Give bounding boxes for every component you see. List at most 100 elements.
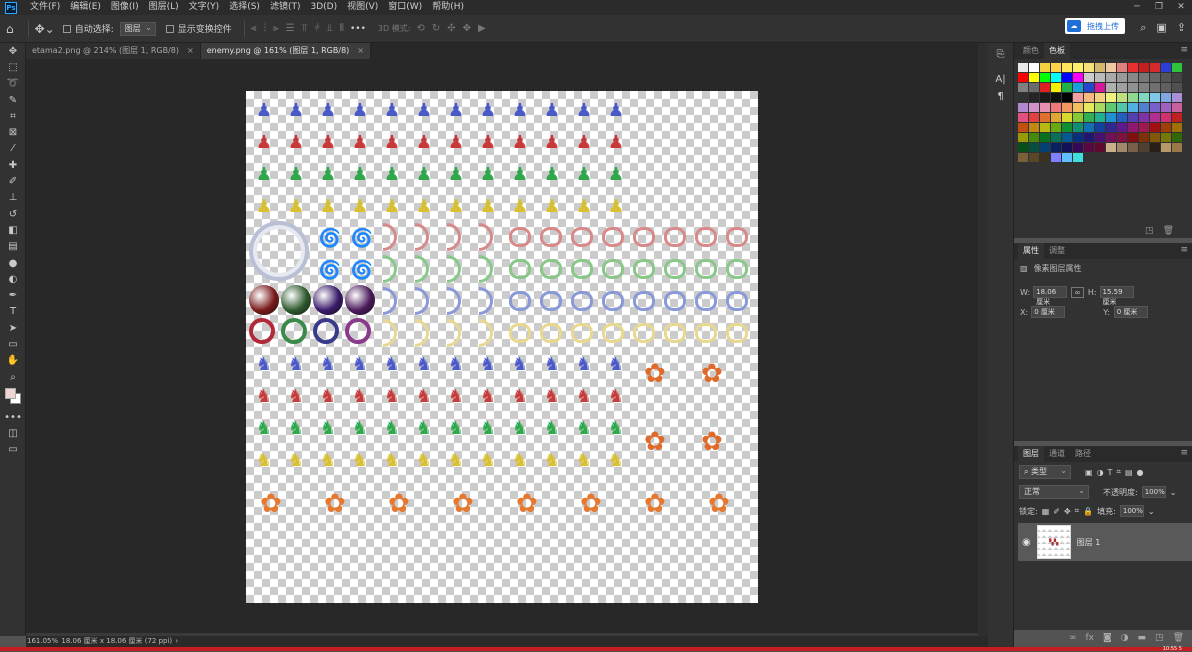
close-button[interactable]: ✕ — [1170, 0, 1192, 15]
swatch[interactable] — [1051, 153, 1061, 162]
menu-image[interactable]: 图像(I) — [106, 0, 144, 15]
swatch[interactable] — [1029, 123, 1039, 132]
swatch[interactable] — [1139, 133, 1149, 142]
quick-select-icon[interactable]: ✎ — [0, 92, 26, 108]
swatch[interactable] — [1172, 93, 1182, 102]
swatch[interactable] — [1040, 83, 1050, 92]
swatch[interactable] — [1139, 83, 1149, 92]
swatch[interactable] — [1018, 123, 1028, 132]
link-icon[interactable]: ∞ — [1071, 286, 1084, 298]
move-tool-icon[interactable]: ✥ — [0, 43, 26, 59]
swatch[interactable] — [1161, 143, 1171, 152]
filter-shape-icon[interactable]: ⌗ — [1116, 467, 1121, 477]
swatch[interactable] — [1150, 133, 1160, 142]
swatch[interactable] — [1161, 63, 1171, 72]
color-swatches[interactable] — [0, 385, 26, 409]
swatch[interactable] — [1040, 113, 1050, 122]
fill-field[interactable]: 100% — [1119, 505, 1144, 517]
swatch[interactable] — [1150, 93, 1160, 102]
shape-tool-icon[interactable]: ▭ — [0, 336, 26, 352]
menu-window[interactable]: 窗口(W) — [383, 0, 427, 15]
paragraph-icon[interactable]: ¶ — [988, 91, 1013, 102]
history-icon[interactable]: ⎘ — [988, 49, 1013, 60]
swatch[interactable] — [1051, 113, 1061, 122]
filter-type-icon[interactable]: T — [1108, 468, 1113, 477]
menu-filter[interactable]: 滤镜(T) — [265, 0, 306, 15]
swatch[interactable] — [1029, 113, 1039, 122]
swatch[interactable] — [1161, 133, 1171, 142]
swatch[interactable] — [1084, 113, 1094, 122]
swatch[interactable] — [1051, 123, 1061, 132]
menu-layer[interactable]: 图层(L) — [144, 0, 184, 15]
eye-icon[interactable]: ◉ — [1022, 537, 1031, 548]
swatch[interactable] — [1018, 143, 1028, 152]
swatch[interactable] — [1018, 103, 1028, 112]
swatch[interactable] — [1062, 73, 1072, 82]
3d-scale-icon[interactable]: ▶ — [478, 23, 486, 34]
swatch[interactable] — [1139, 73, 1149, 82]
swatch[interactable] — [1084, 103, 1094, 112]
swatch[interactable] — [1161, 123, 1171, 132]
swatch[interactable] — [1117, 83, 1127, 92]
swatch[interactable] — [1172, 63, 1182, 72]
swatch[interactable] — [1150, 103, 1160, 112]
menu-3d[interactable]: 3D(D) — [305, 0, 342, 15]
quick-mask-icon[interactable]: ◫ — [0, 426, 26, 442]
swatch[interactable] — [1172, 133, 1182, 142]
swatch[interactable] — [1150, 123, 1160, 132]
swatch[interactable] — [1117, 73, 1127, 82]
search-icon[interactable]: ⌕ — [1140, 21, 1146, 35]
type-tool-icon[interactable]: T — [0, 304, 26, 320]
move-tool-preset-icon[interactable]: ✥⌄ — [35, 22, 55, 36]
swatch[interactable] — [1106, 83, 1116, 92]
swatch[interactable] — [1051, 143, 1061, 152]
y-field[interactable]: 0 厘米 — [1113, 306, 1148, 318]
swatch[interactable] — [1018, 153, 1028, 162]
swatch[interactable] — [1128, 133, 1138, 142]
filter-smart-icon[interactable]: ▤ — [1125, 468, 1133, 477]
swatch[interactable] — [1084, 63, 1094, 72]
gradient-tool-icon[interactable]: ▤ — [0, 239, 26, 255]
history-brush-icon[interactable]: ↺ — [0, 206, 26, 222]
canvas-area[interactable]: ♟ ♟ ♟ ♟ ♟ ♟ ♟ ♟ ♟ ♟ ♟ ♟ ♟ ♟ ♟ ♟ ♟ ♟ ♟ ♟ ♟ ♟ ♟ ♟ ♟ ♟ ♟ ♟ ♟ ♟ ♟ ♟ ♟ ♟ ♟ ♟ ♟ ♟ ♟ ♟… — [26, 59, 978, 636]
lock-all-icon[interactable]: 🔒 — [1083, 507, 1093, 516]
new-layer-icon[interactable]: ◳ — [1155, 633, 1164, 643]
swatch[interactable] — [1128, 63, 1138, 72]
swatch[interactable] — [1062, 153, 1072, 162]
trash-icon[interactable]: 🗑 — [1173, 633, 1184, 643]
swatch[interactable] — [1106, 143, 1116, 152]
swatch[interactable] — [1161, 73, 1171, 82]
swatch[interactable] — [1128, 83, 1138, 92]
swatch[interactable] — [1139, 113, 1149, 122]
swatch[interactable] — [1040, 93, 1050, 102]
swatch[interactable] — [1051, 93, 1061, 102]
align-center-icon[interactable]: ⫶ — [263, 23, 266, 34]
swatch[interactable] — [1073, 153, 1083, 162]
swatch[interactable] — [1150, 143, 1160, 152]
share-icon[interactable]: ⇪ — [1177, 21, 1186, 35]
document-canvas[interactable]: ♟ ♟ ♟ ♟ ♟ ♟ ♟ ♟ ♟ ♟ ♟ ♟ ♟ ♟ ♟ ♟ ♟ ♟ ♟ ♟ ♟ ♟ ♟ ♟ ♟ ♟ ♟ ♟ ♟ ♟ ♟ ♟ ♟ ♟ ♟ ♟ ♟ ♟ ♟ ♟… — [246, 91, 758, 603]
more-options-button[interactable]: ••• — [350, 24, 366, 34]
swatch[interactable] — [1051, 103, 1061, 112]
swatch[interactable] — [1095, 103, 1105, 112]
swatch[interactable] — [1073, 63, 1083, 72]
swatch[interactable] — [1106, 123, 1116, 132]
swatch[interactable] — [1117, 123, 1127, 132]
tab-properties[interactable]: 属性 — [1018, 243, 1044, 259]
eraser-icon[interactable]: ◧ — [0, 222, 26, 238]
swatch[interactable] — [1139, 123, 1149, 132]
swatch[interactable] — [1073, 113, 1083, 122]
menu-file[interactable]: 文件(F) — [25, 0, 65, 15]
swatch[interactable] — [1062, 83, 1072, 92]
swatch[interactable] — [1029, 103, 1039, 112]
swatch[interactable] — [1161, 113, 1171, 122]
minimize-button[interactable]: ─ — [1126, 0, 1148, 15]
swatch[interactable] — [1095, 123, 1105, 132]
swatch[interactable] — [1084, 143, 1094, 152]
fx-icon[interactable]: fx — [1085, 633, 1094, 643]
swatch[interactable] — [1117, 133, 1127, 142]
stamp-tool-icon[interactable]: ⊥ — [0, 190, 26, 206]
swatch[interactable] — [1150, 73, 1160, 82]
chevron-right-icon[interactable]: › — [175, 637, 178, 645]
align-middle-icon[interactable]: ⫩ — [314, 23, 320, 34]
